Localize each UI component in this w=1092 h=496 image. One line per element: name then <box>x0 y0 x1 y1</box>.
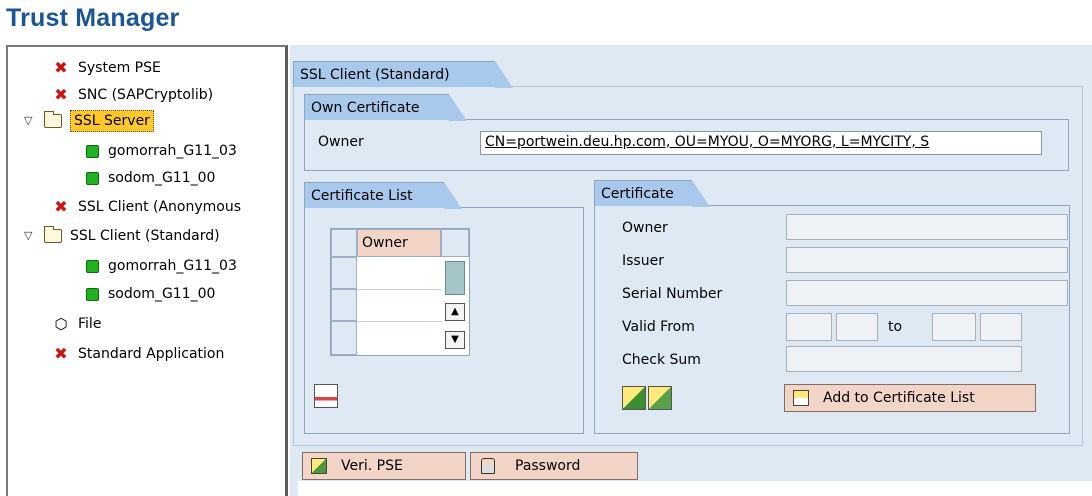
tree-item-label: sodom_G11_00 <box>108 286 216 302</box>
table-row-divider <box>357 321 441 322</box>
certificate-owner-field[interactable] <box>786 214 1068 240</box>
tree-item-label: gomorrah_G11_03 <box>108 258 237 274</box>
scroll-up-icon[interactable]: ▲ <box>445 303 465 321</box>
import-certificate-icon[interactable] <box>622 386 646 410</box>
scrollbar-thumb[interactable] <box>445 261 465 295</box>
valid-from-date-field[interactable] <box>786 313 832 341</box>
folder-icon <box>43 226 62 243</box>
check-sum-label: Check Sum <box>622 352 701 368</box>
row-selector-header[interactable] <box>331 229 357 257</box>
tree-item-label: SNC (SAPCryptolib) <box>78 87 214 103</box>
add-to-certificate-list-button[interactable]: Add to Certificate List <box>784 384 1036 412</box>
tree-panel: ✖ System PSE ✖ SNC (SAPCryptolib) ▽ SSL … <box>6 45 288 496</box>
green-square-icon <box>86 171 99 185</box>
tree-item-label: SSL Client (Anonymous <box>78 199 242 215</box>
expand-triangle-icon[interactable]: ▽ <box>24 224 44 248</box>
own-certificate-owner-field[interactable]: CN=portwein.deu.hp.com, OU=MYOU, O=MYORG… <box>480 131 1042 155</box>
serial-number-field[interactable] <box>786 280 1068 306</box>
status-area <box>298 481 1092 496</box>
table-row-selector[interactable] <box>331 289 357 321</box>
certificate-owner-label: Owner <box>622 220 668 236</box>
green-square-icon <box>86 144 99 158</box>
table-row-selector[interactable] <box>331 257 357 289</box>
serial-number-label: Serial Number <box>622 286 723 302</box>
tree-item-label: gomorrah_G11_03 <box>108 143 237 159</box>
red-x-icon: ✖ <box>54 197 68 216</box>
valid-from-time-field[interactable] <box>836 313 878 341</box>
tree-item-label: Standard Application <box>78 346 225 362</box>
add-list-icon <box>793 390 809 406</box>
valid-to-time-field[interactable] <box>980 313 1022 341</box>
valid-from-label: Valid From <box>622 319 695 335</box>
table-row-divider <box>357 289 441 290</box>
red-x-icon: ✖ <box>54 85 68 104</box>
tree-item-label: System PSE <box>78 60 161 76</box>
tree-item-label: SSL Server <box>70 110 154 132</box>
tree-item-label: File <box>78 316 102 332</box>
veri-pse-button[interactable]: Veri. PSE <box>302 452 466 480</box>
tree-item-ssl-client-anonymous[interactable]: ✖ SSL Client (Anonymous <box>52 195 241 219</box>
tree-item-ssl-server[interactable]: ▽ SSL Server <box>24 109 154 133</box>
export-certificate-icon[interactable] <box>648 386 672 410</box>
check-sum-field[interactable] <box>786 346 1022 372</box>
tree-item-label: sodom_G11_00 <box>108 170 216 186</box>
certificate-list-table[interactable]: Owner ▲ ▼ <box>330 228 470 356</box>
tree-item-snc[interactable]: ✖ SNC (SAPCryptolib) <box>52 83 213 107</box>
green-square-icon <box>86 287 99 301</box>
certificate-title: Certificate <box>594 180 710 207</box>
app-title: Trust Manager <box>6 4 180 32</box>
delete-entry-icon[interactable] <box>314 384 338 408</box>
table-row-selector[interactable] <box>331 321 357 355</box>
green-square-icon <box>86 259 99 273</box>
table-settings-cell[interactable] <box>441 229 469 257</box>
red-x-icon: ✖ <box>54 58 68 77</box>
tree-item-sodom-server[interactable]: sodom_G11_00 <box>86 166 215 190</box>
red-x-icon: ✖ <box>54 344 68 363</box>
tree-item-ssl-client-standard[interactable]: ▽ SSL Client (Standard) <box>24 224 220 248</box>
certificate-issuer-field[interactable] <box>786 247 1068 273</box>
own-certificate-owner-label: Owner <box>318 134 364 150</box>
tree-item-standard-application[interactable]: ✖ Standard Application <box>52 342 224 366</box>
veri-pse-label: Veri. PSE <box>341 458 403 474</box>
lock-icon <box>481 458 495 474</box>
tree-item-gomorrah-client[interactable]: gomorrah_G11_03 <box>86 254 237 278</box>
valid-to-date-field[interactable] <box>932 313 976 341</box>
veri-pse-icon <box>311 458 327 474</box>
tree-item-file[interactable]: ⬡ File <box>52 312 101 336</box>
certificate-list-title: Certificate List <box>304 182 462 209</box>
expand-triangle-icon[interactable]: ▽ <box>24 109 44 133</box>
valid-to-label: to <box>888 319 903 335</box>
scroll-down-icon[interactable]: ▼ <box>445 331 465 349</box>
password-button[interactable]: Password <box>470 452 638 480</box>
add-to-certificate-list-label: Add to Certificate List <box>823 390 975 406</box>
certificate-issuer-label: Issuer <box>622 253 664 269</box>
tree-item-system-pse[interactable]: ✖ System PSE <box>52 56 161 80</box>
cube-icon: ⬡ <box>54 315 68 333</box>
section-title: SSL Client (Standard) <box>293 61 513 88</box>
own-certificate-title: Own Certificate <box>304 94 467 121</box>
owner-column-header[interactable]: Owner <box>357 229 441 257</box>
tree-item-label: SSL Client (Standard) <box>70 228 220 244</box>
folder-icon <box>43 111 62 128</box>
tree-item-gomorrah-server[interactable]: gomorrah_G11_03 <box>86 139 237 163</box>
tree-item-sodom-client[interactable]: sodom_G11_00 <box>86 282 215 306</box>
password-label: Password <box>515 458 581 474</box>
